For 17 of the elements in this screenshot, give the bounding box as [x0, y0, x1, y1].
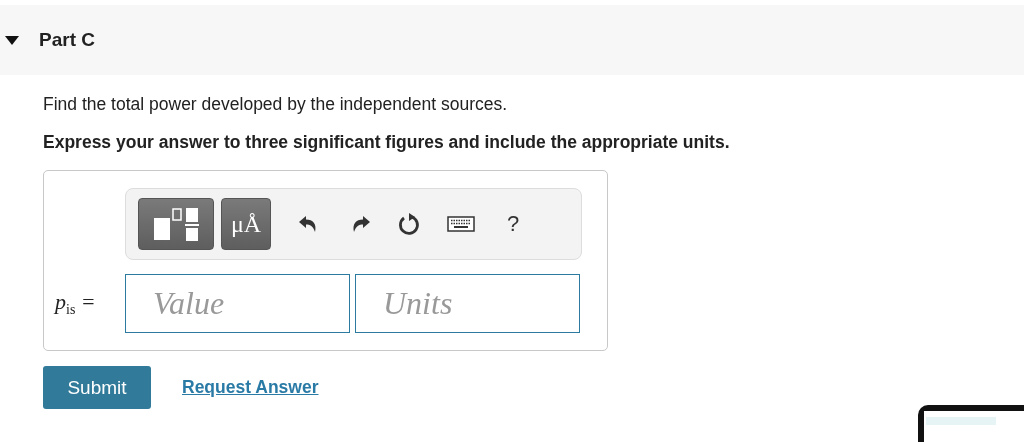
instruction-text: Express your answer to three significant figures and include the appropriate units. — [43, 132, 731, 153]
value-field[interactable]: Value — [125, 274, 350, 333]
redo-icon[interactable] — [351, 215, 371, 233]
units-field[interactable]: Units — [355, 274, 580, 333]
variable-label: p$_{is}$ = — [55, 288, 97, 319]
collapse-triangle-icon[interactable] — [5, 35, 19, 45]
templates-button[interactable] — [138, 198, 214, 250]
submit-button[interactable]: Submit — [43, 366, 151, 409]
request-answer-link[interactable]: Request Answer — [182, 377, 319, 398]
symbols-button[interactable]: μÅ — [221, 198, 271, 250]
reset-icon[interactable] — [398, 212, 420, 236]
undo-icon[interactable] — [298, 215, 318, 233]
question-text: Find the total power developed by the independent sources. — [43, 94, 509, 115]
help-button[interactable]: ? — [507, 211, 520, 237]
fraction-template-icon — [152, 206, 200, 242]
part-title: Part C — [39, 29, 95, 51]
keyboard-icon[interactable] — [447, 216, 475, 232]
